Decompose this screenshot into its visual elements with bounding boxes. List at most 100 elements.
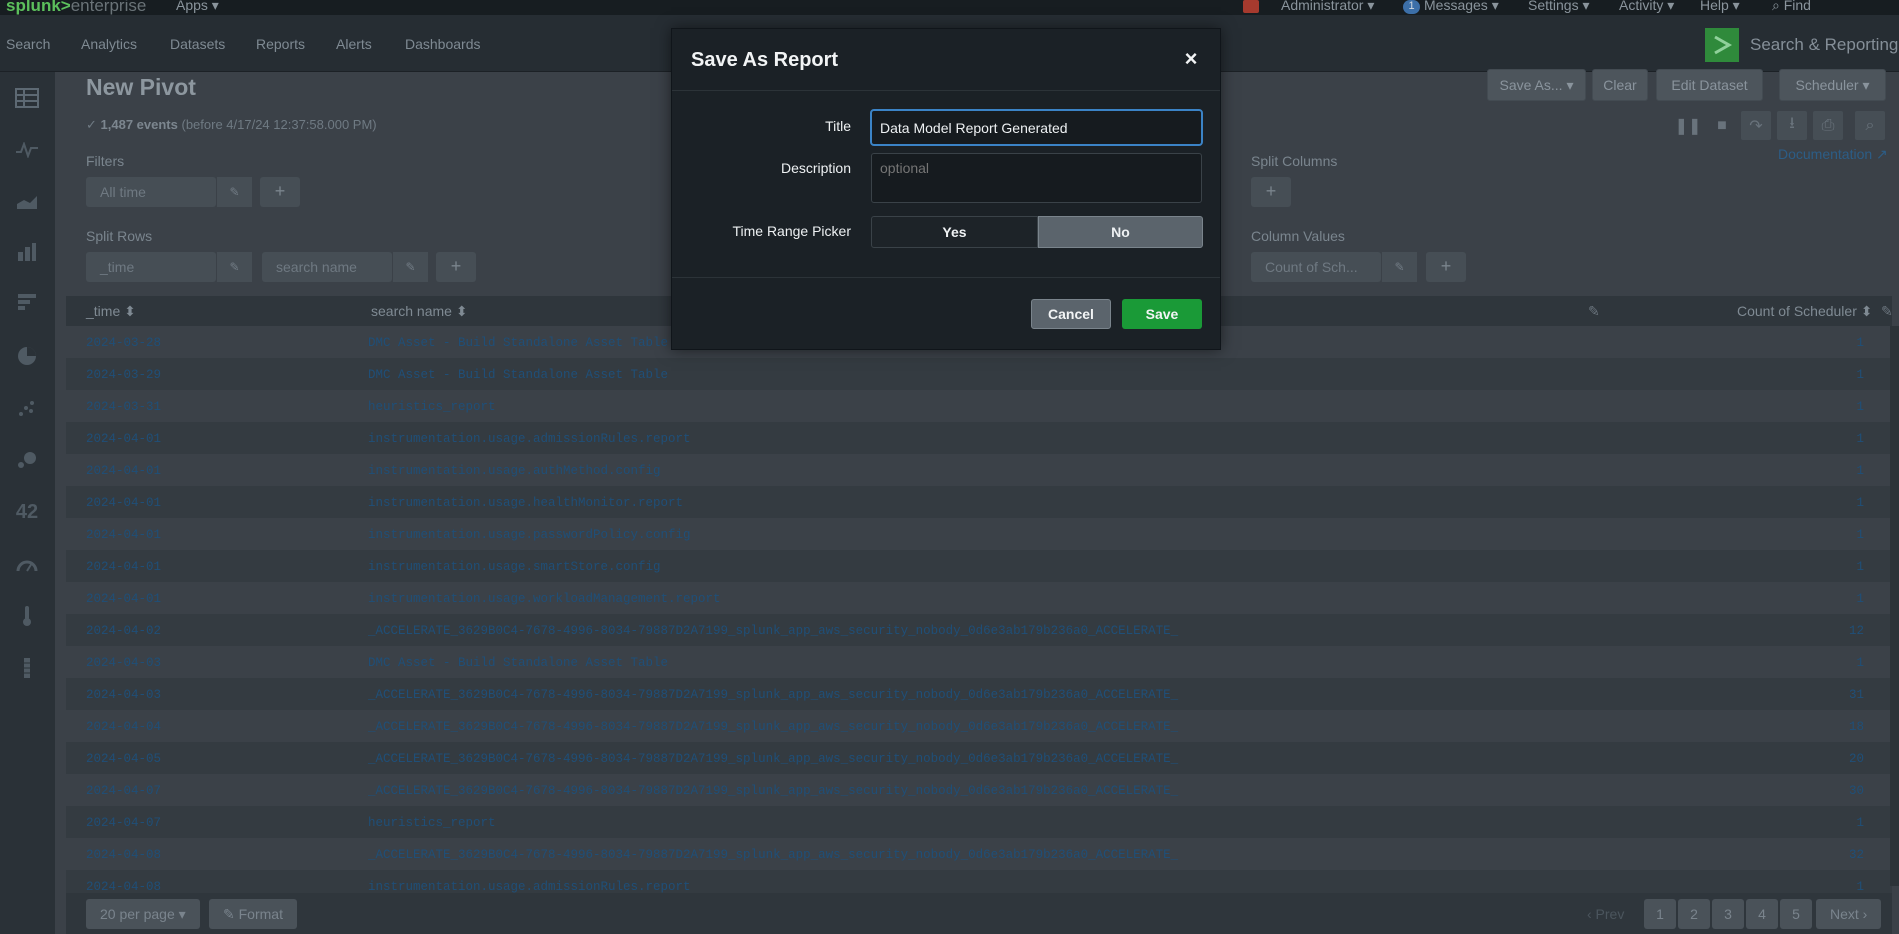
- thermometer-icon[interactable]: [13, 602, 41, 630]
- add-split-row-button[interactable]: +: [436, 252, 476, 282]
- nav-alerts[interactable]: Alerts: [336, 36, 372, 52]
- cell-time[interactable]: 2024-04-05: [86, 752, 161, 766]
- filter-pill-all-time[interactable]: All time: [86, 177, 216, 207]
- per-page-dropdown[interactable]: 20 per page ▾: [86, 899, 200, 929]
- edit-split-row-icon[interactable]: ✎: [392, 252, 428, 282]
- table-scrollbar[interactable]: [1890, 326, 1899, 886]
- cell-count[interactable]: 20: [1849, 752, 1864, 766]
- table-row[interactable]: 2024-04-03 DMC Asset - Build Standalone A…: [66, 646, 1892, 678]
- cell-count[interactable]: 1: [1856, 592, 1864, 606]
- page-3-button[interactable]: 3: [1712, 899, 1744, 929]
- cell-time[interactable]: 2024-04-03: [86, 688, 161, 702]
- column-header-time[interactable]: _time ⬍: [86, 303, 136, 320]
- add-column-value-button[interactable]: +: [1426, 252, 1466, 282]
- split-row-pill-search-name[interactable]: search name: [262, 252, 392, 282]
- splunk-logo[interactable]: splunk>enterprise: [6, 0, 146, 15]
- edit-column-icon[interactable]: ✎: [1881, 303, 1893, 320]
- cell-time[interactable]: 2024-04-01: [86, 592, 161, 606]
- cell-time[interactable]: 2024-04-04: [86, 720, 161, 734]
- table-row[interactable]: 2024-04-01 instrumentation.usage.admissio…: [66, 422, 1892, 454]
- settings-menu[interactable]: Settings ▾: [1528, 0, 1590, 14]
- cell-count[interactable]: 1: [1856, 336, 1864, 350]
- bar-chart-icon[interactable]: [13, 238, 41, 266]
- pause-icon[interactable]: ❚❚: [1673, 111, 1703, 140]
- cell-time[interactable]: 2024-03-29: [86, 368, 161, 382]
- time-range-no-toggle[interactable]: No: [1038, 216, 1203, 248]
- edit-column-icon[interactable]: ✎: [1588, 303, 1600, 320]
- cell-count[interactable]: 30: [1849, 784, 1864, 798]
- cancel-button[interactable]: Cancel: [1031, 299, 1111, 329]
- nav-analytics[interactable]: Analytics: [81, 36, 137, 52]
- description-textarea[interactable]: [871, 153, 1202, 203]
- cell-count[interactable]: 1: [1856, 880, 1864, 894]
- cell-time[interactable]: 2024-03-31: [86, 400, 161, 414]
- cell-search-name[interactable]: _ACCELERATE_3629B0C4-7678-4996-8034-7988…: [368, 720, 1178, 734]
- user-menu[interactable]: Administrator ▾: [1281, 0, 1374, 14]
- table-row[interactable]: 2024-04-01 instrumentation.usage.smartSto…: [66, 550, 1892, 582]
- clear-button[interactable]: Clear: [1592, 69, 1648, 101]
- save-as-button[interactable]: Save As... ▾: [1487, 69, 1586, 101]
- close-icon[interactable]: ×: [1180, 48, 1202, 71]
- edit-dataset-button[interactable]: Edit Dataset: [1656, 69, 1763, 101]
- table-row[interactable]: 2024-04-07 _ACCELERATE_3629B0C4-7678-4996…: [66, 774, 1892, 806]
- cell-time[interactable]: 2024-04-08: [86, 880, 161, 894]
- cell-search-name[interactable]: instrumentation.usage.healthMonitor.repo…: [368, 496, 683, 510]
- cell-search-name[interactable]: _ACCELERATE_3629B0C4-7678-4996-8034-7988…: [368, 848, 1178, 862]
- apps-menu[interactable]: Apps ▾: [176, 0, 219, 14]
- format-button[interactable]: ✎ Format: [209, 899, 297, 929]
- cell-search-name[interactable]: heuristics_report: [368, 400, 496, 414]
- cell-search-name[interactable]: _ACCELERATE_3629B0C4-7678-4996-8034-7988…: [368, 624, 1178, 638]
- cell-search-name[interactable]: instrumentation.usage.smartStore.config: [368, 560, 661, 574]
- table-icon[interactable]: [13, 84, 41, 112]
- horizontal-bar-icon[interactable]: [13, 288, 41, 316]
- bubble-icon[interactable]: [13, 446, 41, 474]
- cell-count[interactable]: 12: [1849, 624, 1864, 638]
- table-row[interactable]: 2024-04-01 instrumentation.usage.password…: [66, 518, 1892, 550]
- cell-count[interactable]: 1: [1856, 656, 1864, 670]
- cell-search-name[interactable]: DMC Asset - Build Standalone Asset Table: [368, 336, 668, 350]
- scatter-icon[interactable]: [13, 394, 41, 422]
- cell-time[interactable]: 2024-04-03: [86, 656, 161, 670]
- cell-search-name[interactable]: instrumentation.usage.workloadManagement…: [368, 592, 721, 606]
- messages-menu[interactable]: Messages ▾: [1424, 0, 1499, 14]
- table-row[interactable]: 2024-03-31 heuristics_report 1: [66, 390, 1892, 422]
- table-row[interactable]: 2024-04-05 _ACCELERATE_3629B0C4-7678-4996…: [66, 742, 1892, 774]
- cell-time[interactable]: 2024-04-01: [86, 464, 161, 478]
- table-row[interactable]: 2024-04-01 instrumentation.usage.workload…: [66, 582, 1892, 614]
- pulse-icon[interactable]: [13, 136, 41, 164]
- table-row[interactable]: 2024-04-03 _ACCELERATE_3629B0C4-7678-4996…: [66, 678, 1892, 710]
- table-row[interactable]: 2024-04-02 _ACCELERATE_3629B0C4-7678-4996…: [66, 614, 1892, 646]
- table-row[interactable]: 2024-04-01 instrumentation.usage.authMeth…: [66, 454, 1892, 486]
- cell-time[interactable]: 2024-04-01: [86, 432, 161, 446]
- save-button[interactable]: Save: [1122, 299, 1202, 329]
- table-row[interactable]: 2024-04-01 instrumentation.usage.healthMo…: [66, 486, 1892, 518]
- nav-datasets[interactable]: Datasets: [170, 36, 225, 52]
- cell-search-name[interactable]: heuristics_report: [368, 816, 496, 830]
- documentation-link[interactable]: Documentation ↗: [1778, 146, 1888, 163]
- add-filter-button[interactable]: +: [260, 177, 300, 207]
- table-row[interactable]: 2024-03-29 DMC Asset - Build Standalone A…: [66, 358, 1892, 390]
- find-search-icon[interactable]: ⌕ Find: [1772, 0, 1811, 14]
- prev-page-button[interactable]: ‹ Prev: [1587, 906, 1624, 922]
- cell-count[interactable]: 1: [1856, 816, 1864, 830]
- activity-menu[interactable]: Activity ▾: [1619, 0, 1674, 14]
- edit-filter-icon[interactable]: ✎: [216, 177, 252, 207]
- cell-time[interactable]: 2024-04-01: [86, 528, 161, 542]
- page-5-button[interactable]: 5: [1780, 899, 1812, 929]
- cell-search-name[interactable]: _ACCELERATE_3629B0C4-7678-4996-8034-7988…: [368, 688, 1178, 702]
- cell-time[interactable]: 2024-04-02: [86, 624, 161, 638]
- share-icon[interactable]: ↷: [1741, 111, 1771, 140]
- cell-count[interactable]: 1: [1856, 368, 1864, 382]
- nav-reports[interactable]: Reports: [256, 36, 305, 52]
- cell-count[interactable]: 1: [1856, 464, 1864, 478]
- split-row-pill-time[interactable]: _time: [86, 252, 216, 282]
- page-2-button[interactable]: 2: [1678, 899, 1710, 929]
- title-input[interactable]: [870, 109, 1203, 146]
- table-row[interactable]: 2024-04-04 _ACCELERATE_3629B0C4-7678-4996…: [66, 710, 1892, 742]
- single-value-icon[interactable]: 42: [13, 498, 41, 526]
- cell-count[interactable]: 1: [1856, 400, 1864, 414]
- print-icon[interactable]: ⎙: [1813, 111, 1843, 140]
- table-row[interactable]: 2024-04-08 _ACCELERATE_3629B0C4-7678-4996…: [66, 838, 1892, 870]
- cell-search-name[interactable]: instrumentation.usage.authMethod.config: [368, 464, 661, 478]
- pie-chart-icon[interactable]: [13, 342, 41, 370]
